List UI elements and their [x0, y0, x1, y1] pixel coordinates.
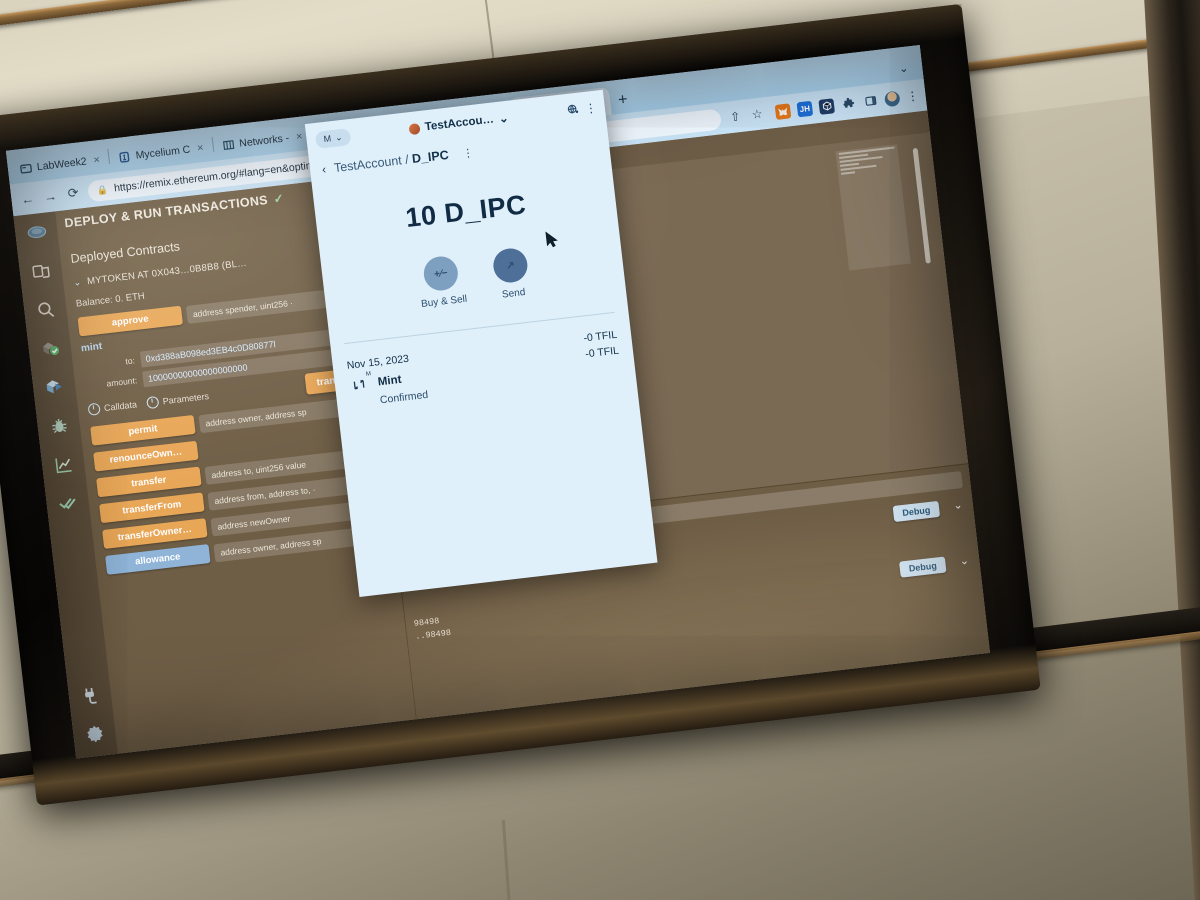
- tab-close-icon[interactable]: ×: [295, 131, 303, 144]
- network-selector[interactable]: M ⌄: [314, 127, 352, 149]
- photo-scene: LabWeek2 × Mycelium C × Networks - × + ⌄…: [0, 0, 1200, 900]
- icon-bar-spacer: [71, 530, 87, 669]
- account-name: TestAccou…: [424, 113, 495, 134]
- wall-mounted-display: LabWeek2 × Mycelium C × Networks - × + ⌄…: [0, 3, 1041, 806]
- send-label: Send: [501, 286, 526, 301]
- account-selector[interactable]: TestAccou… ⌄: [408, 111, 509, 136]
- clipboard-icon: [146, 395, 160, 409]
- allowance-button[interactable]: allowance: [105, 544, 211, 575]
- search-icon[interactable]: [32, 296, 59, 323]
- browser-menu-icon[interactable]: ⋮: [906, 89, 919, 104]
- window-icon: [19, 162, 32, 175]
- networks-icon: [222, 138, 235, 151]
- permit-button[interactable]: permit: [90, 414, 196, 446]
- display-screen: LabWeek2 × Mycelium C × Networks - × + ⌄…: [5, 44, 991, 759]
- forward-button[interactable]: →: [42, 188, 60, 205]
- deploy-run-icon[interactable]: [41, 373, 68, 400]
- calldata-copy-button[interactable]: Calldata: [87, 398, 137, 416]
- account-avatar: [408, 122, 421, 135]
- mint-transaction-icon: M: [348, 371, 372, 396]
- tab-label: Mycelium C: [135, 143, 191, 162]
- tab-label: LabWeek2: [36, 155, 88, 174]
- transaction-status: Confirmed: [379, 388, 429, 407]
- buy-sell-icon: +⁄−: [421, 254, 460, 293]
- transaction-amount-secondary: -0 TFIL: [584, 344, 620, 361]
- jh-extension-icon[interactable]: JH: [796, 100, 814, 117]
- transaction-name: Mint: [377, 373, 403, 389]
- terminal-log-hash: 98498..98498: [413, 616, 452, 642]
- profile-avatar[interactable]: [883, 90, 901, 107]
- metamask-extension-icon[interactable]: [774, 102, 792, 120]
- unit-testing-icon[interactable]: [54, 490, 81, 517]
- transfer-ownership-button[interactable]: transferOwner…: [102, 518, 208, 550]
- send-icon: ↗: [491, 246, 530, 285]
- chevron-down-icon[interactable]: ⌄: [73, 276, 82, 288]
- breadcrumb-token: D_IPC: [411, 147, 450, 167]
- panel-check-icon: ✓: [272, 191, 285, 207]
- debug-button[interactable]: Debug: [899, 556, 947, 578]
- plugin-manager-icon[interactable]: [77, 682, 104, 709]
- file-explorer-icon[interactable]: [28, 257, 55, 284]
- buy-sell-button[interactable]: +⁄− Buy & Sell: [416, 254, 468, 310]
- remix-logo-icon[interactable]: [23, 218, 50, 245]
- bookmark-star-icon[interactable]: ☆: [749, 106, 766, 122]
- mint-amount-label: amount:: [105, 375, 138, 389]
- tab-close-icon[interactable]: ×: [196, 142, 204, 155]
- tab-list-chevron-icon[interactable]: ⌄: [888, 60, 919, 82]
- network-label: M: [323, 133, 332, 145]
- tab-label: Networks -: [238, 132, 290, 150]
- metamask-popup: M ⌄ TestAccou… ⌄ ⋮ ‹ TestAccount / D_IPC…: [304, 89, 658, 598]
- chevron-down-icon: ⌄: [498, 112, 510, 126]
- analysis-icon[interactable]: [50, 451, 77, 478]
- reload-button[interactable]: ⟳: [64, 184, 82, 202]
- solidity-compiler-icon[interactable]: [37, 335, 64, 362]
- chevron-down-icon[interactable]: ⌄: [957, 553, 972, 568]
- breadcrumb-account: TestAccount /: [333, 152, 410, 176]
- share-icon[interactable]: ⇧: [727, 109, 744, 125]
- buy-sell-label: Buy & Sell: [420, 293, 468, 310]
- approve-button[interactable]: approve: [77, 305, 183, 337]
- parameters-label: Parameters: [162, 390, 210, 406]
- transaction-badge: M: [365, 371, 372, 378]
- chevron-down-icon: ⌄: [334, 131, 344, 143]
- side-panel-icon[interactable]: [862, 93, 879, 110]
- calldata-label: Calldata: [103, 398, 138, 413]
- token-balance: 10 D_IPC: [403, 189, 528, 234]
- renounce-ownership-button[interactable]: renounceOwn…: [93, 440, 199, 472]
- back-button[interactable]: ←: [19, 190, 37, 207]
- back-button[interactable]: ‹: [321, 162, 327, 176]
- mycelium-icon: [118, 150, 131, 163]
- row-spacer: [253, 254, 323, 262]
- chrome-browser-window: LabWeek2 × Mycelium C × Networks - × + ⌄…: [5, 44, 991, 759]
- token-options-icon[interactable]: ⋮: [462, 146, 473, 160]
- transfer-button[interactable]: transfer: [96, 466, 202, 498]
- box-extension-icon[interactable]: [818, 97, 835, 115]
- tab-close-icon[interactable]: ×: [93, 154, 101, 167]
- transfer-from-button[interactable]: transferFrom: [99, 492, 205, 524]
- parameters-copy-button[interactable]: Parameters: [146, 390, 209, 409]
- settings-icon[interactable]: [81, 721, 108, 748]
- lock-icon: 🔒: [96, 183, 109, 195]
- mint-to-label: to:: [124, 355, 136, 367]
- chevron-down-icon[interactable]: ⌄: [950, 498, 965, 513]
- puzzle-extensions-icon[interactable]: [840, 95, 857, 112]
- clipboard-icon: [87, 402, 101, 416]
- new-tab-button[interactable]: +: [609, 90, 637, 115]
- transaction-detail: Mint Confirmed: [377, 367, 429, 408]
- metamask-action-row: +⁄− Buy & Sell ↗ Send: [322, 236, 626, 321]
- debugger-icon[interactable]: [45, 412, 72, 439]
- mouse-cursor: [545, 231, 558, 248]
- metamask-menu-icon[interactable]: ⋮: [584, 101, 597, 116]
- global-menu-icon[interactable]: [566, 102, 580, 118]
- debug-button[interactable]: Debug: [892, 500, 941, 523]
- send-button[interactable]: ↗ Send: [491, 246, 532, 302]
